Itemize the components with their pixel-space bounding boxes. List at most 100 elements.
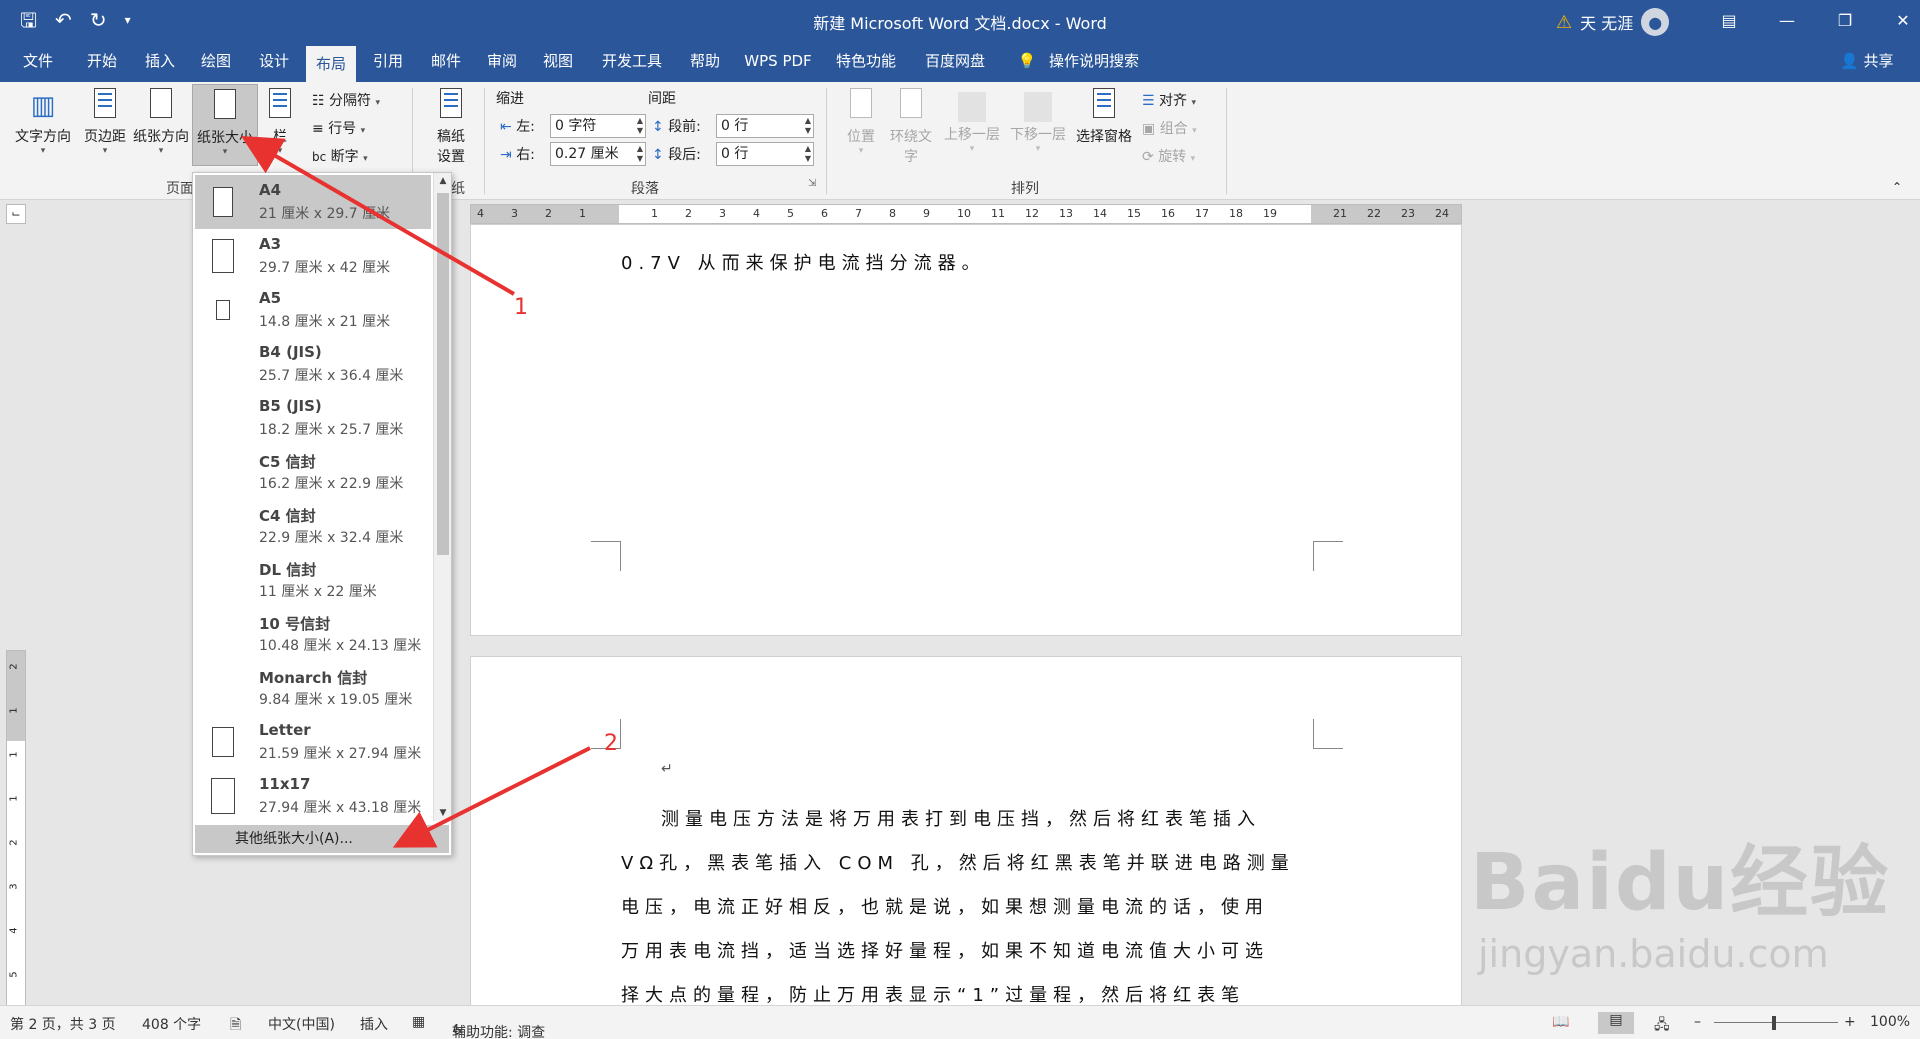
tab-design[interactable]: 设计 <box>248 40 300 82</box>
share-button[interactable]: 👤 共享 <box>1840 40 1893 82</box>
rotate-button[interactable]: ⟳ 旋转 ▾ <box>1142 146 1195 166</box>
zoom-level[interactable]: 100% <box>1870 1014 1910 1030</box>
paper-size-dimensions: 21.59 厘米 x 27.94 厘米 <box>259 746 422 762</box>
paper-thumbnail-icon <box>216 300 230 320</box>
position-button[interactable]: 位置 ▾ <box>840 88 882 156</box>
ruler-number: 4 <box>477 207 484 220</box>
tab-help[interactable]: 帮助 <box>680 40 730 82</box>
paper-size-option[interactable]: DL 信封 11 厘米 x 22 厘米 <box>195 553 431 607</box>
selection-pane-button[interactable]: 选择窗格 <box>1072 88 1136 146</box>
line-numbers-label: 行号 <box>328 121 357 137</box>
tab-file[interactable]: 文件 <box>14 40 62 82</box>
tell-me-search[interactable]: 操作说明搜索 <box>1044 40 1144 82</box>
paper-size-option[interactable]: Monarch 信封 9.84 厘米 x 19.05 厘米 <box>195 661 431 715</box>
macro-icon[interactable]: ▦ <box>412 1014 425 1030</box>
avatar[interactable]: ● <box>1641 8 1670 36</box>
web-layout-icon[interactable]: 🖧 <box>1654 1014 1670 1038</box>
tab-baidu-netdisk[interactable]: 百度网盘 <box>914 40 996 82</box>
group-button[interactable]: ▣ 组合 ▾ <box>1142 118 1197 138</box>
send-backward-label: 下移一层 <box>1010 127 1066 143</box>
paper-size-option[interactable]: B4 (JIS) 25.7 厘米 x 36.4 厘米 <box>195 337 431 391</box>
orientation-button[interactable]: 纸张方向 ▾ <box>130 88 192 156</box>
paper-thumbnail-icon <box>212 239 234 273</box>
more-paper-sizes-button[interactable]: 其他纸张大小(A)... <box>195 825 449 853</box>
ribbon-display-icon[interactable]: ▤ <box>1700 0 1758 40</box>
tab-view[interactable]: 视图 <box>532 40 584 82</box>
paper-size-option[interactable]: C4 信封 22.9 厘米 x 32.4 厘米 <box>195 499 431 553</box>
size-button[interactable]: 纸张大小 ▾ <box>192 84 258 166</box>
zoom-slider-thumb[interactable] <box>1772 1016 1776 1030</box>
dropdown-scrollbar[interactable]: ▲ ▼ <box>433 173 451 821</box>
read-mode-icon[interactable]: 📖 <box>1552 1014 1569 1030</box>
collapse-ribbon-icon[interactable]: ⌃ <box>1892 180 1902 194</box>
bring-forward-button[interactable]: 上移一层 ▾ <box>940 88 1004 154</box>
spinner-icon[interactable]: ▲ ▼ <box>637 144 643 164</box>
paper-size-option[interactable]: A5 14.8 厘米 x 21 厘米 <box>195 283 431 337</box>
indent-left-field[interactable]: 0 字符 ▲ ▼ <box>550 114 646 138</box>
vertical-ruler[interactable]: 2 1 1 1 2 3 4 5 <box>6 650 26 1010</box>
zoom-in-icon[interactable]: + <box>1844 1014 1856 1030</box>
zoom-slider[interactable] <box>1714 1022 1838 1023</box>
document-page-2[interactable]: ↵ 测量电压方法是将万用表打到电压挡，然后将红表笔插入 VΩ孔，黑表笔插入 CO… <box>470 656 1462 1016</box>
paper-size-option[interactable]: A3 29.7 厘米 x 42 厘米 <box>195 229 431 283</box>
breaks-button[interactable]: ☷ 分隔符 ▾ <box>312 90 380 110</box>
tab-home[interactable]: 开始 <box>76 40 128 82</box>
scroll-up-icon[interactable]: ▲ <box>434 173 452 189</box>
spacing-before-value: 0 行 <box>721 118 749 134</box>
send-backward-button[interactable]: 下移一层 ▾ <box>1006 88 1070 154</box>
word-count[interactable]: 408 个字 <box>142 1014 201 1034</box>
paper-size-option[interactable]: A4 21 厘米 x 29.7 厘米 <box>195 175 431 229</box>
minimize-icon[interactable]: — <box>1758 0 1816 40</box>
paper-size-option[interactable]: B5 (JIS) 18.2 厘米 x 25.7 厘米 <box>195 391 431 445</box>
dialog-launcher-icon[interactable]: ⇲ <box>808 178 816 189</box>
paper-size-option[interactable]: 10 号信封 10.48 厘米 x 24.13 厘米 <box>195 607 431 661</box>
tab-insert[interactable]: 插入 <box>134 40 186 82</box>
insert-mode[interactable]: 插入 <box>360 1014 388 1034</box>
indent-right-field[interactable]: 0.27 厘米 ▲ ▼ <box>550 142 646 166</box>
restore-icon[interactable]: ❐ <box>1816 0 1874 40</box>
proofing-icon[interactable]: 🗎 <box>230 1014 241 1038</box>
margins-button[interactable]: 页边距 ▾ <box>78 88 132 156</box>
hyphenation-button[interactable]: bc 断字 ▾ <box>312 146 368 166</box>
user-area[interactable]: ⚠ 天 无涯 ● <box>1556 8 1670 36</box>
tab-selector[interactable]: ⌙ <box>6 204 26 224</box>
spinner-icon[interactable]: ▲ ▼ <box>805 144 811 164</box>
page-count[interactable]: 第 2 页，共 3 页 <box>10 1014 116 1034</box>
ruler-number: 1 <box>651 207 658 220</box>
close-icon[interactable]: ✕ <box>1874 0 1920 40</box>
paper-size-name: A3 <box>259 235 282 253</box>
horizontal-ruler[interactable]: 4 3 2 1 1 2 3 4 5 6 7 8 9 10 11 12 13 14 15 16 17 18 19 21 22 23 2… <box>470 204 1462 224</box>
scroll-thumb[interactable] <box>437 193 449 555</box>
spacing-after-field[interactable]: 0 行 ▲ ▼ <box>716 142 814 166</box>
paper-size-name: 10 号信封 <box>259 615 331 633</box>
tab-layout[interactable]: 布局 <box>306 46 356 82</box>
ruler-number: 3 <box>719 207 726 220</box>
line-numbers-button[interactable]: ≡ 行号 ▾ <box>312 118 365 138</box>
zoom-out-icon[interactable]: – <box>1694 1014 1701 1030</box>
columns-button[interactable]: 栏 ▾ <box>262 88 298 156</box>
align-button[interactable]: ☰ 对齐 ▾ <box>1142 90 1196 110</box>
spacing-before-field[interactable]: 0 行 ▲ ▼ <box>716 114 814 138</box>
paper-size-option[interactable]: 11x17 27.94 厘米 x 43.18 厘米 <box>195 769 431 823</box>
warning-icon: ⚠ <box>1556 11 1573 33</box>
tab-wps-pdf[interactable]: WPS PDF <box>738 40 818 82</box>
paper-size-option[interactable]: Letter 21.59 厘米 x 27.94 厘米 <box>195 715 431 769</box>
document-page-1[interactable]: 0.7V 从而来保护电流挡分流器。 <box>470 224 1462 636</box>
language[interactable]: 中文(中国) <box>268 1014 335 1034</box>
tab-developer[interactable]: 开发工具 <box>592 40 672 82</box>
tab-review[interactable]: 审阅 <box>476 40 528 82</box>
print-layout-icon[interactable]: ▤ <box>1598 1012 1634 1034</box>
tab-mailings[interactable]: 邮件 <box>420 40 472 82</box>
tab-references[interactable]: 引用 <box>362 40 414 82</box>
paper-size-option[interactable]: C5 信封 16.2 厘米 x 22.9 厘米 <box>195 445 431 499</box>
text-direction-button[interactable]: ▥ 文字方向 ▾ <box>10 88 76 156</box>
tab-special-features[interactable]: 特色功能 <box>826 40 906 82</box>
paper-size-dimensions: 21 厘米 x 29.7 厘米 <box>259 206 391 222</box>
manuscript-label-1: 稿纸 <box>437 129 465 145</box>
tab-draw[interactable]: 绘图 <box>190 40 242 82</box>
manuscript-settings-button[interactable]: 稿纸 设置 <box>426 88 476 166</box>
wrap-text-button[interactable]: 环绕文 字 <box>886 88 936 166</box>
spinner-icon[interactable]: ▲ ▼ <box>637 116 643 136</box>
scroll-down-icon[interactable]: ▼ <box>434 805 452 821</box>
spinner-icon[interactable]: ▲ ▼ <box>805 116 811 136</box>
